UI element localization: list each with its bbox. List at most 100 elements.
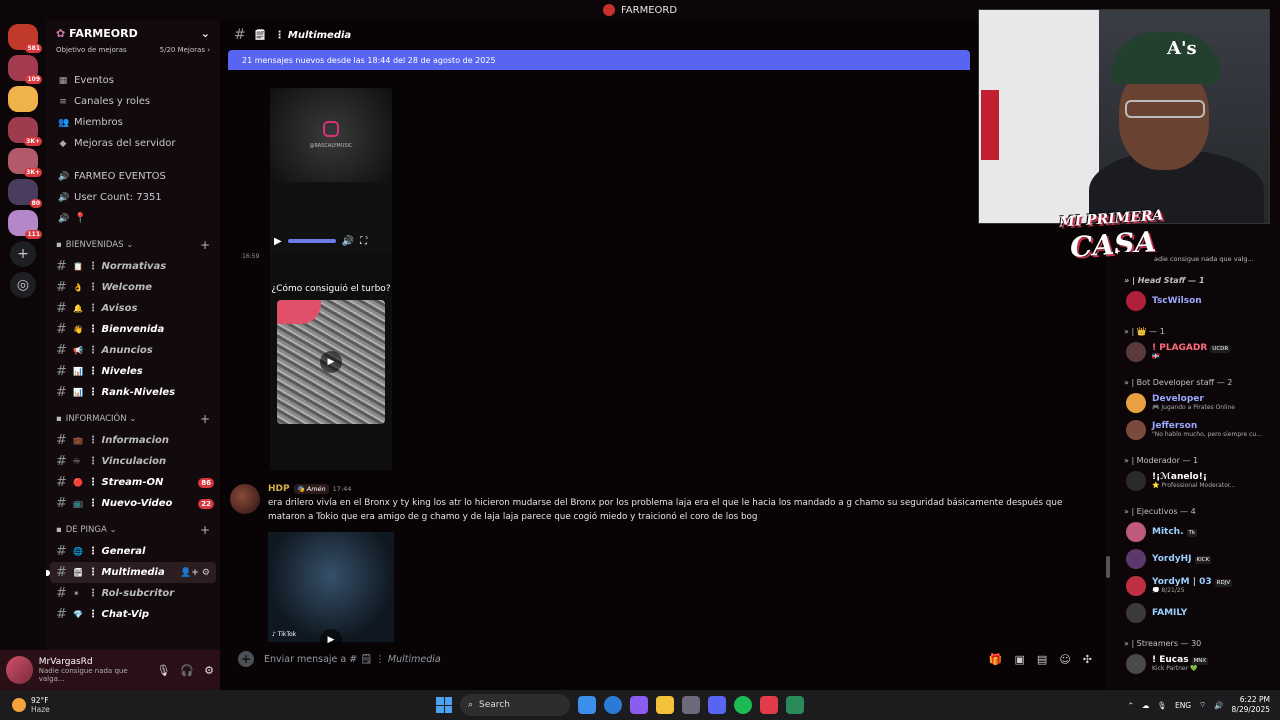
member-item[interactable]: ! PLAGADR UCDR 🇩🇴 bbox=[1118, 338, 1280, 365]
scrollbar[interactable] bbox=[1106, 556, 1110, 578]
server-menu-item[interactable]: ◆ Mejoras del servidor bbox=[46, 133, 220, 154]
server-icon[interactable]: 581 bbox=[8, 24, 42, 53]
taskbar-app-icon[interactable] bbox=[578, 696, 596, 714]
channel-name: ⋮ Vinculacion bbox=[88, 456, 167, 467]
avatar[interactable] bbox=[230, 484, 260, 514]
volume-slider[interactable] bbox=[287, 239, 336, 243]
channel-avisos[interactable]: # 🔔 ⋮ Avisos bbox=[46, 298, 220, 319]
video-attachment[interactable]: @RASCALYMUSIC ▶ 🔊 ⛶ bbox=[270, 88, 392, 254]
taskbar-app-icon[interactable] bbox=[760, 696, 778, 714]
channel-normativas[interactable]: # 📋 ⋮ Normativas bbox=[46, 256, 220, 277]
weather-widget[interactable]: 92°F Haze bbox=[0, 696, 120, 714]
member-item[interactable]: Jefferson "No hablo mucho, pero siempre c… bbox=[1118, 416, 1280, 443]
member-item[interactable]: FAMILY bbox=[1118, 599, 1280, 626]
server-menu-item[interactable]: 👥 Miembros bbox=[46, 112, 220, 133]
server-icon[interactable]: 3K+ bbox=[8, 117, 42, 146]
server-icon[interactable]: 80 bbox=[8, 179, 42, 208]
taskbar-app-icon[interactable] bbox=[708, 696, 726, 714]
settings-gear-icon[interactable]: ⚙ bbox=[202, 568, 210, 578]
member-list: adie consigue nada que valg... » | Head … bbox=[1118, 252, 1280, 690]
taskbar-app-icon[interactable] bbox=[630, 696, 648, 714]
member-item[interactable]: Developer 🎮 Jugando a Pirates Online bbox=[1118, 389, 1280, 416]
server-menu-item[interactable]: ≡ Canales y roles bbox=[46, 91, 220, 112]
message-composer[interactable]: + Enviar mensaje a # 🗒 ⋮ Multimedia 🎁 ▣ … bbox=[228, 644, 1102, 674]
member-item[interactable]: !¡ℳanelo!¡ ⭐ Professional Moderator... bbox=[1118, 467, 1280, 494]
member-item[interactable]: YordyHJ KICK bbox=[1118, 545, 1280, 572]
member-item[interactable]: ! Eucas MNX Kick Partner 💚 bbox=[1118, 650, 1280, 677]
mic-tray-icon[interactable]: 🎙 bbox=[1157, 701, 1167, 710]
volume-tray-icon[interactable]: 🔊 bbox=[1214, 701, 1223, 710]
channel-anuncios[interactable]: # 📢 ⋮ Anuncios bbox=[46, 340, 220, 361]
gif-icon[interactable]: ▣ bbox=[1015, 653, 1025, 666]
menu-item-icon: ≡ bbox=[59, 96, 67, 107]
add-channel-icon[interactable]: + bbox=[200, 523, 210, 537]
channel-bienvenida[interactable]: # 👋 ⋮ Bienvenida bbox=[46, 319, 220, 340]
windows-start-icon[interactable] bbox=[436, 697, 452, 713]
server-header[interactable]: ✿ FARMEORD ⌄ bbox=[46, 20, 220, 46]
fullscreen-icon[interactable]: ⛶ bbox=[360, 236, 367, 247]
wifi-icon[interactable]: ⌔ bbox=[1199, 700, 1206, 710]
channel-rank-niveles[interactable]: # 📊 ⋮ Rank-Niveles bbox=[46, 382, 220, 403]
channel-multimedia[interactable]: # 🗒 ⋮ Multimedia 👤+ ⚙ bbox=[46, 562, 216, 583]
taskbar-app-icon[interactable] bbox=[682, 696, 700, 714]
volume-icon[interactable]: 🔊 bbox=[342, 236, 354, 247]
add-server-icon[interactable]: + bbox=[10, 241, 36, 267]
chevron-up-icon[interactable]: ⌃ bbox=[1128, 701, 1134, 710]
menu-item-icon: ◆ bbox=[59, 138, 67, 149]
invite-icon[interactable]: 👤+ bbox=[180, 568, 199, 578]
taskbar-app-icon[interactable] bbox=[734, 696, 752, 714]
channel-informacion[interactable]: # 💼 ⋮ Informacion bbox=[46, 430, 220, 451]
apps-icon[interactable]: ✣ bbox=[1083, 653, 1092, 666]
boost-progress[interactable]: Objetivo de mejoras 5/20 Mejoras › bbox=[46, 46, 220, 54]
taskbar-app-icon[interactable] bbox=[656, 696, 674, 714]
member-item[interactable]: YordyM | 03 RDJV 💭 8/21/25 bbox=[1118, 572, 1280, 599]
channel-rol-subcritor[interactable]: # ✴ ⋮ Rol-subcritor bbox=[46, 583, 220, 604]
menu-item-label: Miembros bbox=[74, 117, 123, 128]
channel-general[interactable]: # 🌐 ⋮ General bbox=[46, 541, 220, 562]
member-item[interactable]: TscWilson bbox=[1118, 287, 1280, 314]
new-messages-bar[interactable]: 21 mensajes nuevos desde las 18:44 del 2… bbox=[228, 50, 970, 70]
channel-vinculacion[interactable]: # ♾ ⋮ Vinculacion bbox=[46, 451, 220, 472]
user-count-channel[interactable]: 🔊 User Count: 7351 bbox=[46, 187, 220, 208]
server-icon[interactable]: 109 bbox=[8, 55, 42, 84]
server-icon[interactable] bbox=[8, 86, 38, 112]
taskbar-app-icon[interactable] bbox=[786, 696, 804, 714]
gift-icon[interactable]: 🎁 bbox=[989, 653, 1003, 666]
channel-welcome[interactable]: # 👌 ⋮ Welcome bbox=[46, 277, 220, 298]
language-indicator[interactable]: ENG bbox=[1175, 701, 1191, 710]
sticker-icon[interactable]: ▤ bbox=[1037, 653, 1047, 666]
taskbar-search[interactable]: ⌕ Search bbox=[460, 694, 570, 716]
events-link[interactable]: 🔊 FARMEO EVENTOS bbox=[46, 166, 220, 187]
channel-niveles[interactable]: # 📊 ⋮ Niveles bbox=[46, 361, 220, 382]
play-icon[interactable]: ▶ bbox=[274, 236, 282, 247]
clock[interactable]: 6:22 PM 8/29/2025 bbox=[1232, 695, 1270, 715]
channel-category[interactable]: ▪ BIENVENIDAS ⌄ + bbox=[46, 234, 220, 256]
channel-nuevo-video[interactable]: # 📺 ⋮ Nuevo-Video 22 bbox=[46, 493, 220, 514]
message-author[interactable]: HDP bbox=[268, 484, 290, 494]
server-menu-item[interactable]: ▦ Eventos bbox=[46, 70, 220, 91]
cam-red-object bbox=[981, 90, 999, 160]
discover-icon[interactable]: ◎ bbox=[10, 272, 36, 298]
cloud-icon[interactable]: ☁ bbox=[1142, 701, 1150, 710]
avatar[interactable] bbox=[6, 656, 33, 684]
add-channel-icon[interactable]: + bbox=[200, 238, 210, 252]
member-item[interactable]: Mitch. Tk bbox=[1118, 518, 1280, 545]
channel-stream-on[interactable]: # 🔴 ⋮ Stream-ON 86 bbox=[46, 472, 220, 493]
server-icon[interactable]: 3K+ bbox=[8, 148, 42, 177]
channel-category[interactable]: ▪ INFORMACIÓN ⌄ + bbox=[46, 408, 220, 430]
headphones-icon[interactable]: 🎧 bbox=[180, 664, 194, 677]
video-attachment-turbo[interactable]: ¿Cómo consiguió el turbo? ▶ bbox=[270, 254, 392, 470]
attach-plus-icon[interactable]: + bbox=[238, 651, 254, 667]
tiktok-video-attachment[interactable]: ▶ ♪ TikTok bbox=[268, 532, 394, 651]
channel-category[interactable]: ▪ DE PINGA ⌄ + bbox=[46, 519, 220, 541]
channel-chat-vip[interactable]: # 💎 ⋮ Chat-Vip bbox=[46, 604, 220, 625]
play-icon[interactable]: ▶ bbox=[320, 351, 342, 373]
emoji-icon[interactable]: ☺ bbox=[1059, 653, 1070, 666]
avatar bbox=[1126, 392, 1146, 413]
add-channel-icon[interactable]: + bbox=[200, 412, 210, 426]
settings-gear-icon[interactable]: ⚙ bbox=[204, 664, 214, 677]
microphone-icon[interactable]: 🎙 bbox=[156, 664, 170, 677]
pin-channel[interactable]: 🔊 📍 bbox=[46, 208, 220, 229]
server-icon[interactable]: 111 bbox=[8, 210, 42, 239]
taskbar-app-icon[interactable] bbox=[604, 696, 622, 714]
